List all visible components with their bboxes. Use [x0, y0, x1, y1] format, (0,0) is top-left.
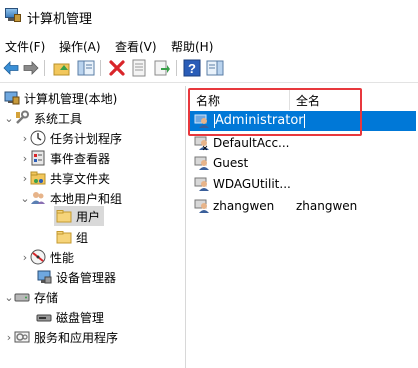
services-icon [14, 329, 30, 345]
tree-item-device-manager[interactable]: 设备管理器 [36, 267, 116, 287]
computer-management-icon [4, 90, 20, 106]
users-group-icon [30, 190, 46, 206]
svg-text:?: ? [188, 61, 196, 76]
tree-label: 计算机管理(本地) [24, 91, 118, 106]
tree-label: 系统工具 [34, 111, 83, 126]
tree-label: 共享文件夹 [50, 171, 111, 186]
toolbar: ? [0, 56, 418, 80]
user-name: WDAGUtilit... [213, 177, 291, 191]
chevron-right-icon[interactable]: › [20, 132, 30, 145]
list-row-guest[interactable]: Guest [190, 153, 416, 173]
chevron-down-icon[interactable]: ⌄ [4, 291, 14, 304]
menu-help[interactable]: 帮助(H) [171, 36, 213, 57]
help-icon[interactable]: ? [183, 59, 201, 77]
chevron-right-icon[interactable]: › [20, 251, 30, 264]
tree-item-event-viewer[interactable]: › 事件查看器 [20, 148, 110, 168]
rename-input[interactable]: Administrator [213, 113, 306, 129]
folder-icon [56, 229, 72, 245]
tree-label: 服务和应用程序 [34, 330, 119, 345]
tree-item-users[interactable]: 用户 [54, 206, 104, 226]
user-name: DefaultAcc... [213, 136, 290, 150]
show-action-pane-icon[interactable] [206, 59, 224, 77]
computer-management-icon [5, 8, 21, 23]
tree-label: 事件查看器 [50, 151, 111, 166]
user-name: zhangwen [213, 199, 275, 213]
tree-item-system-tools[interactable]: ⌄ 系统工具 [4, 108, 82, 128]
user-icon [194, 155, 210, 171]
chevron-down-icon[interactable]: ⌄ [20, 192, 30, 205]
column-header-name[interactable]: 名称 [196, 92, 220, 112]
toolbar-divider [0, 82, 418, 83]
column-divider[interactable] [289, 90, 290, 110]
forward-icon[interactable] [22, 59, 40, 77]
tree-item-local-users-groups[interactable]: ⌄ 本地用户和组 [20, 188, 122, 208]
title-bar: 计算机管理 [0, 0, 418, 32]
tree-item-groups[interactable]: 组 [56, 227, 88, 247]
tree-item-task-scheduler[interactable]: › 任务计划程序 [20, 128, 122, 148]
tree-item-performance[interactable]: › 性能 [20, 247, 74, 267]
chevron-right-icon[interactable]: › [4, 331, 14, 344]
user-icon [194, 113, 210, 129]
shared-folder-icon [30, 170, 46, 186]
user-name: Guest [213, 156, 249, 170]
tree-label: 本地用户和组 [50, 191, 123, 206]
chevron-right-icon[interactable]: › [20, 172, 30, 185]
list-row-zhangwen[interactable]: zhangwen zhangwen [190, 196, 416, 216]
tree-label: 磁盘管理 [56, 310, 105, 325]
window-title: 计算机管理 [27, 12, 93, 27]
tree-label: 性能 [50, 250, 75, 265]
tree-item-shared-folders[interactable]: › 共享文件夹 [20, 168, 110, 188]
tree-label: 设备管理器 [56, 270, 117, 285]
list-row-defaultaccount[interactable]: DefaultAcc... [190, 133, 416, 153]
menu-view[interactable]: 查看(V) [115, 36, 157, 57]
user-icon [194, 135, 210, 151]
device-manager-icon [36, 269, 52, 285]
delete-icon[interactable] [108, 59, 126, 77]
performance-icon [30, 249, 46, 265]
tree-item-computer-management[interactable]: 计算机管理(本地) [4, 88, 117, 108]
back-icon[interactable] [2, 59, 20, 77]
storage-icon [14, 289, 30, 305]
menu-action[interactable]: 操作(A) [59, 36, 101, 57]
tree-item-storage[interactable]: ⌄ 存储 [4, 287, 58, 307]
tree-label: 存储 [34, 290, 59, 305]
tools-icon [14, 110, 30, 126]
tree-label: 组 [76, 230, 89, 245]
tree-label: 用户 [76, 209, 101, 224]
disk-management-icon [36, 309, 52, 325]
tree-item-disk-management[interactable]: 磁盘管理 [36, 307, 104, 327]
list-row-administrator[interactable]: Administrator [190, 111, 416, 131]
menu-file[interactable]: 文件(F) [5, 36, 45, 57]
tree-item-services-apps[interactable]: › 服务和应用程序 [4, 327, 118, 347]
show-hide-tree-icon[interactable] [77, 59, 95, 77]
user-icon [194, 176, 210, 192]
user-icon [194, 198, 210, 214]
folder-icon [56, 208, 72, 224]
column-header-fullname[interactable]: 全名 [296, 92, 320, 112]
tree-label: 任务计划程序 [50, 131, 123, 146]
user-fullname: zhangwen [296, 199, 358, 213]
chevron-down-icon[interactable]: ⌄ [4, 112, 14, 125]
properties-icon[interactable] [130, 59, 148, 77]
up-folder-icon[interactable] [53, 59, 71, 77]
event-viewer-icon [30, 150, 46, 166]
list-row-wdagutility[interactable]: WDAGUtilit... [190, 174, 416, 194]
clock-icon [30, 130, 46, 146]
export-icon[interactable] [153, 59, 171, 77]
chevron-right-icon[interactable]: › [20, 152, 30, 165]
menu-bar: 文件(F) 操作(A) 查看(V) 帮助(H) [0, 34, 418, 54]
